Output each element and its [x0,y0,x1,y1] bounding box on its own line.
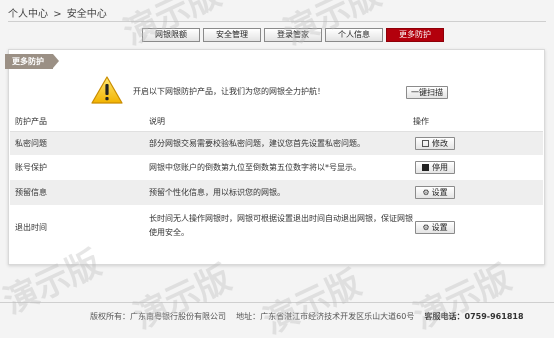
row-description: 预留个性化信息，用以标识您的网银。 [149,188,285,197]
set-button-label: 设置 [431,188,448,197]
breadcrumb: 个人中心 > 安全中心 [8,8,546,22]
disable-button-label: 停用 [432,163,448,172]
panel-ribbon: 更多防护 [5,54,59,69]
tab-login-manager[interactable]: 登录管家 [264,28,322,42]
row-description: 部分网银交易需要校验私密问题，建议您首先设置私密问题。 [149,139,365,148]
row-description: 网银中您账户的倒数第九位至倒数第五位数字将以*号显示。 [149,163,361,172]
set-logout-time-button[interactable]: ⚙ 设置 [415,221,455,234]
table-row: 预留信息 预留个性化信息，用以标识您的网银。 ⚙ 设置 [10,180,543,206]
edit-button[interactable]: 修改 [415,137,455,150]
tab-more-protection[interactable]: 更多防护 [386,28,444,42]
header-description: 说明 [149,117,165,126]
row-product: 退出时间 [15,223,47,232]
stop-icon [422,164,429,171]
set-button-label: 设置 [431,223,448,232]
footer-hotline-label: 客服电话： [424,312,465,321]
row-product: 私密问题 [15,139,47,148]
gear-icon: ⚙ [422,188,430,197]
footer-address: 地址：广东省湛江市经济技术开发区乐山大道60号 [236,312,415,321]
tab-security-management[interactable]: 安全管理 [203,28,261,42]
breadcrumb-separator: > [53,9,62,20]
table-row: 退出时间 长时间无人操作网银时，网银可根据设置退出时间自动退出网银，保证网银 使… [10,206,543,250]
row-description-line2: 使用安全。 [149,228,189,237]
table-row: 私密问题 部分网银交易需要校验私密问题，建议您首先设置私密问题。 修改 [10,132,543,156]
one-click-scan-button[interactable]: 一键扫描 [406,86,448,99]
tab-personal-info[interactable]: 个人信息 [325,28,383,42]
breadcrumb-home[interactable]: 个人中心 [8,9,48,20]
footer-copyright: 版权所有：广东南粤银行股份有限公司 [90,312,226,321]
edit-button-label: 修改 [432,139,448,148]
table-header: 防护产品 说明 操作 [10,112,543,132]
warning-triangle-icon [91,76,123,104]
header-product: 防护产品 [15,117,47,126]
header-action: 操作 [413,117,429,126]
breadcrumb-current: 安全中心 [66,9,107,20]
protection-table: 防护产品 说明 操作 私密问题 部分网银交易需要校验私密问题，建议您首先设置私密… [10,112,543,250]
tab-limit[interactable]: 网银限额 [142,28,200,42]
row-product: 账号保护 [15,163,47,172]
protection-panel: 更多防护 开启以下网银防护产品，让我们为您的网银全力护航！ 一键扫描 防护产品 … [5,49,545,265]
gear-icon: ⚙ [422,223,430,232]
row-product: 预留信息 [15,188,47,197]
disable-button[interactable]: 停用 [415,161,455,174]
table-row: 账号保护 网银中您账户的倒数第九位至倒数第五位数字将以*号显示。 停用 [10,156,543,180]
row-description-line1: 长时间无人操作网银时，网银可根据设置退出时间自动退出网银，保证网银 [149,214,413,223]
edit-icon [422,140,429,147]
tab-bar: 网银限额 安全管理 登录管家 个人信息 更多防护 [142,28,444,42]
notice-text: 开启以下网银防护产品，让我们为您的网银全力护航！ [133,87,325,96]
footer-hotline: 0759-961818 [464,312,524,321]
footer: 版权所有：广东南粤银行股份有限公司 地址：广东省湛江市经济技术开发区乐山大道60… [0,302,554,332]
set-reserved-info-button[interactable]: ⚙ 设置 [415,186,455,199]
notice-bar: 开启以下网银防护产品，让我们为您的网银全力护航！ 一键扫描 [9,72,544,116]
footer-text: 版权所有：广东南粤银行股份有限公司 地址：广东省湛江市经济技术开发区乐山大道60… [90,311,524,322]
